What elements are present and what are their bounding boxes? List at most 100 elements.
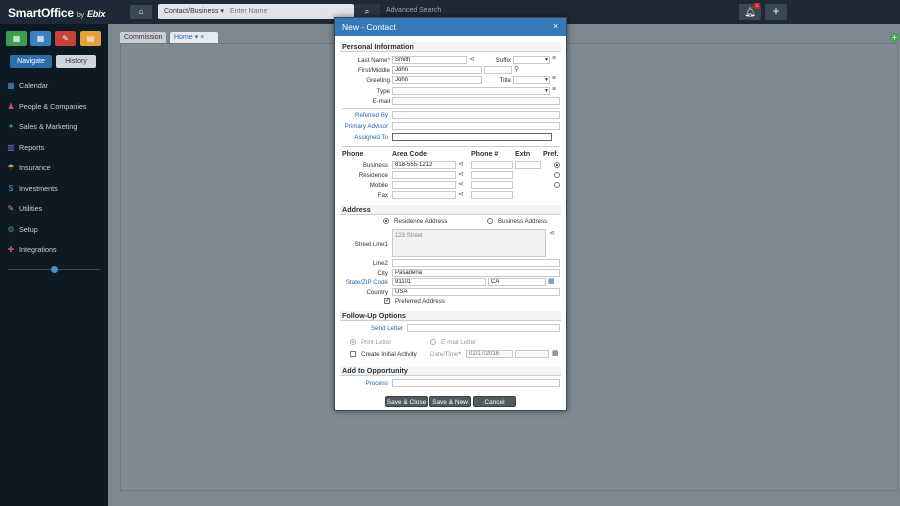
- referred-by-link[interactable]: Referred By: [340, 112, 388, 119]
- lookup-icon[interactable]: ▦: [548, 277, 555, 285]
- search-bar: Contact/Business ▾: [158, 4, 354, 19]
- phone-mobile-label: Mobile: [369, 182, 388, 189]
- share-icon[interactable]: ⋖: [458, 170, 464, 178]
- app-logo[interactable]: SmartOffice by Ebix: [8, 6, 105, 20]
- phone-business-number[interactable]: [471, 161, 513, 169]
- type-select[interactable]: [392, 87, 550, 95]
- share-icon[interactable]: ⋖: [549, 229, 555, 237]
- sidebar-nav: ▦ Calendar ♟ People & Companies ✦ Sales & M…: [0, 76, 108, 261]
- line2-field[interactable]: [392, 259, 560, 267]
- phone-business-extn[interactable]: [515, 161, 541, 169]
- tab-history[interactable]: History: [56, 55, 96, 68]
- business-address-label: Business Address: [498, 218, 548, 225]
- sidebar-item-reports[interactable]: ▥ Reports: [0, 138, 108, 159]
- quick-tile-red[interactable]: ✎: [55, 31, 76, 46]
- phone-fax-number[interactable]: [471, 191, 513, 199]
- close-icon[interactable]: ×: [553, 21, 558, 31]
- country-field[interactable]: USA: [392, 288, 560, 296]
- add-button[interactable]: +: [765, 4, 787, 20]
- quick-tile-green[interactable]: ▦: [6, 31, 27, 46]
- umbrella-icon: ☂: [7, 163, 15, 172]
- send-letter-field[interactable]: [407, 324, 560, 332]
- cancel-button[interactable]: Cancel: [473, 396, 516, 407]
- phone-fax-field[interactable]: [392, 191, 456, 199]
- quick-tile-blue[interactable]: ▦: [30, 31, 51, 46]
- sidebar-item-integrations[interactable]: ✚ Integrations: [0, 240, 108, 261]
- primary-advisor-link[interactable]: Primary Advisor: [340, 123, 388, 130]
- phone-mobile-field[interactable]: [392, 181, 456, 189]
- business-address-radio[interactable]: [487, 218, 493, 224]
- tab-navigate[interactable]: Navigate: [10, 55, 52, 68]
- greeting-field[interactable]: John: [392, 76, 482, 84]
- street-line1-field[interactable]: 123 Street: [392, 229, 546, 257]
- print-letter-label: Print Letter: [361, 339, 392, 346]
- create-activity-checkbox[interactable]: [350, 351, 356, 357]
- calendar-icon[interactable]: ▦: [552, 349, 559, 357]
- sidebar-item-sales[interactable]: ✦ Sales & Marketing: [0, 117, 108, 138]
- email-field[interactable]: [392, 97, 560, 105]
- pref-business-radio[interactable]: [554, 162, 560, 168]
- list-icon[interactable]: ≡: [552, 86, 556, 93]
- date-field[interactable]: 02/17/2016: [466, 350, 513, 358]
- share-icon[interactable]: ⋖: [458, 190, 464, 198]
- email-letter-radio[interactable]: [430, 339, 436, 345]
- send-letter-link[interactable]: Send Letter: [340, 325, 403, 332]
- pref-mobile-radio[interactable]: [554, 182, 560, 188]
- city-field[interactable]: Pasadena: [392, 269, 560, 277]
- residence-address-radio[interactable]: [383, 218, 389, 224]
- first-name-field[interactable]: John: [392, 66, 482, 74]
- sidebar-collapse-handle[interactable]: [51, 266, 58, 273]
- state-field[interactable]: CA: [488, 278, 546, 286]
- calendar-tile-icon: ▦: [12, 34, 21, 43]
- assigned-to-link[interactable]: Assigned To: [340, 134, 388, 141]
- phone-mobile-number[interactable]: [471, 181, 513, 189]
- home-button[interactable]: ⌂: [130, 5, 152, 19]
- datetime-label-text: Date/Time: [430, 351, 459, 358]
- zip-field[interactable]: 91101: [392, 278, 486, 286]
- print-letter-radio[interactable]: [350, 339, 356, 345]
- quick-tile-orange[interactable]: ▤: [80, 31, 101, 46]
- binoculars-icon[interactable]: ⚲: [514, 65, 519, 73]
- sidebar-item-people[interactable]: ♟ People & Companies: [0, 97, 108, 118]
- sidebar-item-utilities[interactable]: ✎ Utilities: [0, 199, 108, 220]
- save-close-button[interactable]: Save & Close: [385, 396, 428, 407]
- tab-home[interactable]: Home ▾ ×: [170, 32, 218, 43]
- primary-advisor-field[interactable]: [392, 122, 560, 130]
- assigned-to-field[interactable]: [392, 133, 552, 141]
- phone-business-field[interactable]: 818-555-1212: [392, 161, 456, 169]
- notes-tile-icon: ▤: [86, 34, 95, 43]
- calendar-icon: ▦: [7, 81, 15, 90]
- advanced-search-link[interactable]: Advanced Search: [386, 7, 441, 14]
- share-icon[interactable]: ⋖: [458, 160, 464, 168]
- share-icon[interactable]: ⋖: [458, 180, 464, 188]
- phone-residence-field[interactable]: [392, 171, 456, 179]
- share-icon[interactable]: ⋖: [469, 55, 475, 63]
- save-new-button[interactable]: Save & New: [429, 396, 471, 407]
- sidebar-item-label: People & Companies: [19, 101, 87, 111]
- referred-by-field[interactable]: [392, 111, 560, 119]
- sidebar-item-insurance[interactable]: ☂ Insurance: [0, 158, 108, 179]
- wrench-icon: ✎: [7, 204, 15, 213]
- sidebar-item-investments[interactable]: $ Investments: [0, 179, 108, 200]
- list-icon[interactable]: ≡: [552, 55, 556, 62]
- middle-name-field[interactable]: [484, 66, 512, 74]
- add-widget-icon[interactable]: +: [890, 33, 899, 42]
- pref-residence-radio[interactable]: [554, 172, 560, 178]
- sidebar-item-setup[interactable]: ⚙ Setup: [0, 220, 108, 241]
- process-field[interactable]: [392, 379, 560, 387]
- search-input[interactable]: [230, 6, 350, 17]
- state-zip-link[interactable]: State/ZIP Code: [340, 279, 388, 286]
- sidebar-item-label: Insurance: [19, 163, 51, 172]
- sidebar-item-calendar[interactable]: ▦ Calendar: [0, 76, 108, 97]
- list-icon[interactable]: ≡: [552, 75, 556, 82]
- email-label: E-mail: [372, 98, 390, 105]
- sidebar-tabs: Navigate History: [10, 55, 96, 68]
- tab-commission[interactable]: Commission: [120, 32, 166, 43]
- last-name-field[interactable]: Smith: [392, 56, 467, 64]
- phone-residence-number[interactable]: [471, 171, 513, 179]
- search-category-dropdown[interactable]: Contact/Business ▾: [164, 7, 224, 15]
- reports-icon: ▥: [7, 142, 15, 152]
- time-field[interactable]: [515, 350, 549, 358]
- preferred-address-checkbox[interactable]: ✓: [384, 298, 390, 304]
- process-link[interactable]: Process: [340, 380, 388, 387]
